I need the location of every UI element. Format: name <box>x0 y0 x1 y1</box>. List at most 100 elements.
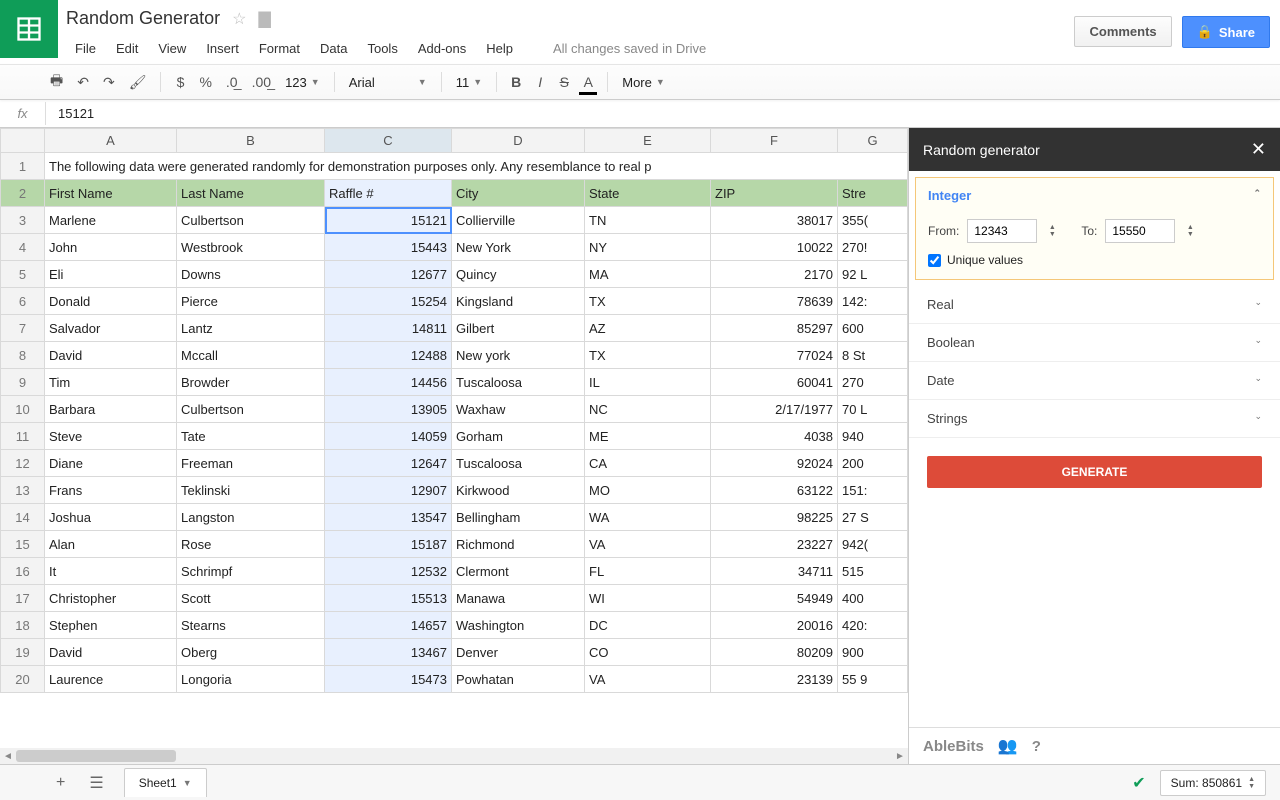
cell[interactable]: TX <box>585 288 711 315</box>
text-color-icon[interactable]: A <box>577 70 599 94</box>
cell[interactable]: 900 <box>838 639 908 666</box>
number-format-select[interactable]: 123▼ <box>279 73 326 92</box>
menu-edit[interactable]: Edit <box>107 37 147 60</box>
col-E[interactable]: E <box>585 129 711 153</box>
cell[interactable]: Tuscaloosa <box>452 369 585 396</box>
cell[interactable]: CA <box>585 450 711 477</box>
row-header[interactable]: 10 <box>1 396 45 423</box>
cell[interactable]: 151: <box>838 477 908 504</box>
cell[interactable]: 38017 <box>711 207 838 234</box>
cell[interactable]: VA <box>585 666 711 693</box>
row-header[interactable]: 11 <box>1 423 45 450</box>
cell[interactable]: 15513 <box>325 585 452 612</box>
row-header[interactable]: 19 <box>1 639 45 666</box>
cell[interactable]: Longoria <box>177 666 325 693</box>
cell[interactable]: Stearns <box>177 612 325 639</box>
more-toolbar[interactable]: More▼ <box>616 73 671 92</box>
doc-title[interactable]: Random Generator <box>66 8 220 29</box>
cell[interactable]: Eli <box>45 261 177 288</box>
row-header[interactable]: 20 <box>1 666 45 693</box>
cell[interactable]: 54949 <box>711 585 838 612</box>
cell[interactable]: Bellingham <box>452 504 585 531</box>
all-sheets-icon[interactable]: ☰ <box>79 767 113 799</box>
cell[interactable]: TX <box>585 342 711 369</box>
bold-icon[interactable]: B <box>505 70 527 94</box>
cell[interactable]: 600 <box>838 315 908 342</box>
cell[interactable]: 15187 <box>325 531 452 558</box>
folder-icon[interactable]: ▇ <box>258 9 270 29</box>
to-input[interactable] <box>1105 219 1175 243</box>
row-header[interactable]: 2 <box>1 180 45 207</box>
cell[interactable]: NC <box>585 396 711 423</box>
row-header[interactable]: 4 <box>1 234 45 261</box>
cell[interactable]: Salvador <box>45 315 177 342</box>
cell[interactable]: Westbrook <box>177 234 325 261</box>
redo-icon[interactable]: ↷ <box>97 70 121 95</box>
section-integer-header[interactable]: Integer ⌃ <box>916 178 1273 213</box>
section-real[interactable]: Real⌄ <box>909 286 1280 324</box>
cell[interactable]: 2170 <box>711 261 838 288</box>
cell[interactable]: Langston <box>177 504 325 531</box>
formula-input[interactable]: 15121 <box>46 106 94 121</box>
cell[interactable]: Waxhaw <box>452 396 585 423</box>
row-header[interactable]: 18 <box>1 612 45 639</box>
cell[interactable]: 70 L <box>838 396 908 423</box>
generate-button[interactable]: GENERATE <box>927 456 1262 488</box>
col-C[interactable]: C <box>325 129 452 153</box>
percent-icon[interactable]: % <box>193 70 217 94</box>
cell[interactable]: IL <box>585 369 711 396</box>
cell[interactable]: David <box>45 342 177 369</box>
cell[interactable]: MO <box>585 477 711 504</box>
cell[interactable]: Stephen <box>45 612 177 639</box>
cell[interactable]: 20016 <box>711 612 838 639</box>
cell[interactable]: Schrimpf <box>177 558 325 585</box>
menu-view[interactable]: View <box>149 37 195 60</box>
cell[interactable]: 142: <box>838 288 908 315</box>
cell[interactable]: 515 <box>838 558 908 585</box>
cell[interactable]: Marlene <box>45 207 177 234</box>
cell[interactable]: New york <box>452 342 585 369</box>
cell[interactable]: 12677 <box>325 261 452 288</box>
cell[interactable]: Oberg <box>177 639 325 666</box>
dec-increase-icon[interactable]: .00̲ <box>246 70 277 94</box>
row-header[interactable]: 17 <box>1 585 45 612</box>
row-header[interactable]: 7 <box>1 315 45 342</box>
cell[interactable]: 420: <box>838 612 908 639</box>
cell[interactable]: Kingsland <box>452 288 585 315</box>
cell[interactable]: Lantz <box>177 315 325 342</box>
sheet-tab[interactable]: Sheet1▼ <box>124 768 207 797</box>
cell[interactable]: Powhatan <box>452 666 585 693</box>
section-strings[interactable]: Strings⌄ <box>909 400 1280 438</box>
cell[interactable]: 23227 <box>711 531 838 558</box>
cell[interactable]: Downs <box>177 261 325 288</box>
cell[interactable]: 15473 <box>325 666 452 693</box>
cell[interactable]: 8 St <box>838 342 908 369</box>
cell[interactable]: 13467 <box>325 639 452 666</box>
print-icon[interactable]: 🖶 <box>44 66 69 98</box>
cell[interactable]: Laurence <box>45 666 177 693</box>
col-A[interactable]: A <box>45 129 177 153</box>
row-header[interactable]: 13 <box>1 477 45 504</box>
from-input[interactable] <box>967 219 1037 243</box>
cell[interactable]: Donald <box>45 288 177 315</box>
cell[interactable]: Mccall <box>177 342 325 369</box>
dec-decrease-icon[interactable]: .0̲ <box>220 70 244 94</box>
row-header[interactable]: 9 <box>1 369 45 396</box>
cell[interactable]: 55 9 <box>838 666 908 693</box>
cell[interactable]: Culbertson <box>177 396 325 423</box>
cell[interactable]: 15121 <box>325 207 452 234</box>
menu-data[interactable]: Data <box>311 37 356 60</box>
header-cell[interactable]: Raffle # <box>325 180 452 207</box>
cell[interactable]: 80209 <box>711 639 838 666</box>
row-header[interactable]: 12 <box>1 450 45 477</box>
cell[interactable]: 77024 <box>711 342 838 369</box>
cell[interactable]: New York <box>452 234 585 261</box>
cell[interactable]: TN <box>585 207 711 234</box>
cell[interactable]: Gorham <box>452 423 585 450</box>
cell[interactable]: Gilbert <box>452 315 585 342</box>
cell[interactable]: Tim <box>45 369 177 396</box>
cell[interactable]: 270! <box>838 234 908 261</box>
cell[interactable]: 10022 <box>711 234 838 261</box>
cell[interactable]: 4038 <box>711 423 838 450</box>
comments-button[interactable]: Comments <box>1074 16 1171 47</box>
